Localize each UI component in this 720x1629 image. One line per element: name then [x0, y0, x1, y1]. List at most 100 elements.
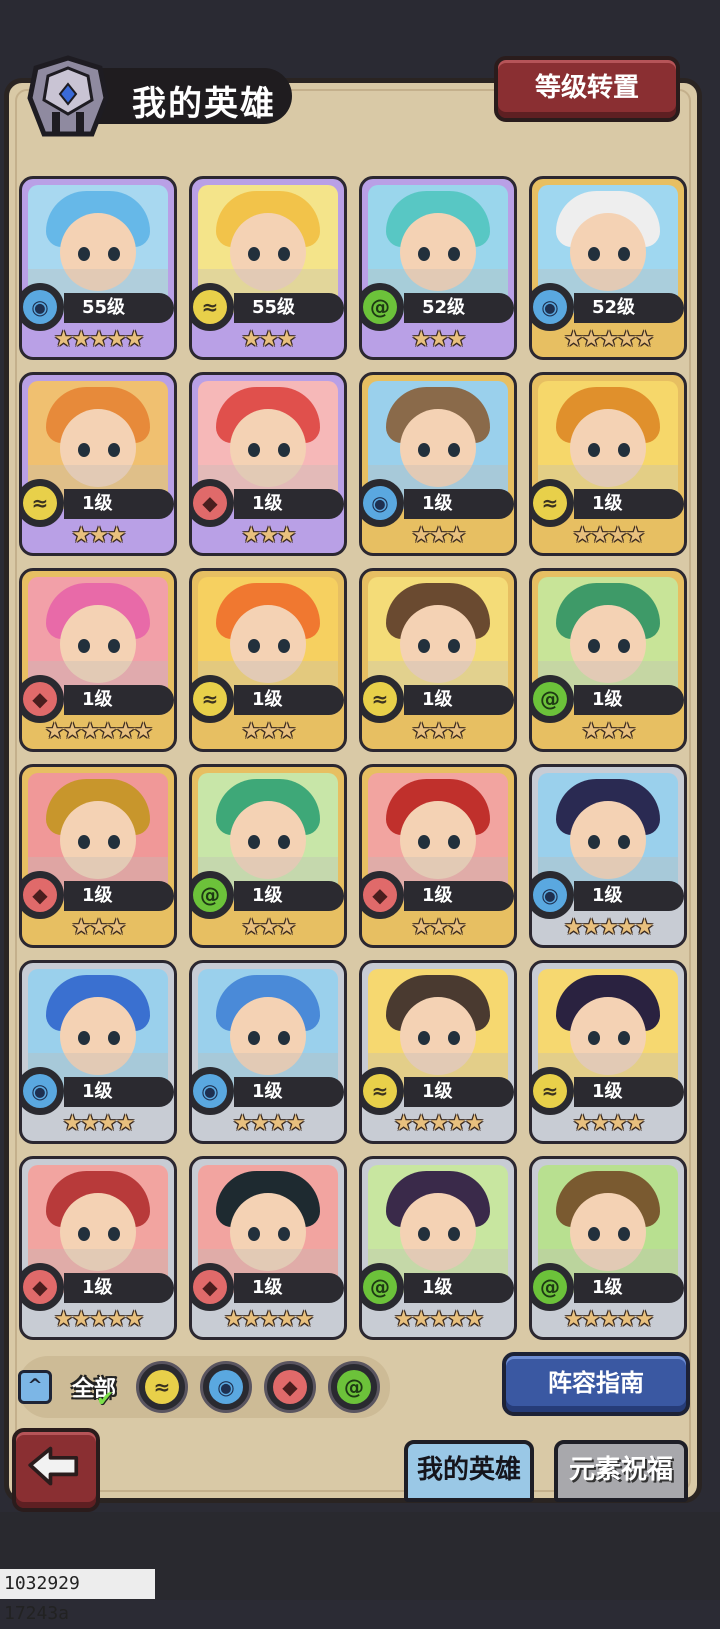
hero-card[interactable]: 1级 ◆ ★★★★★★ [19, 568, 177, 752]
hero-level: 52级 [404, 293, 514, 323]
hero-card[interactable]: 1级 ◉ ★★★★ [189, 960, 347, 1144]
hero-card[interactable]: 1级 ◆ ★★★ [359, 764, 517, 948]
hero-card[interactable]: 1级 ◆ ★★★★★ [189, 1156, 347, 1340]
filter-wind[interactable]: @ [328, 1361, 380, 1413]
hero-element-badge: ◉ [532, 283, 574, 331]
hero-eye [588, 247, 600, 261]
hero-stars: ★★★★ [572, 1111, 646, 1136]
hero-eye [588, 1031, 600, 1045]
water-element-icon: ◉ [363, 486, 397, 520]
filter-fire[interactable]: ◆ [264, 1361, 316, 1413]
hero-eye [448, 247, 460, 261]
hero-level: 1级 [404, 489, 514, 519]
hero-element-badge: ◆ [192, 479, 234, 527]
tab-element-blessing[interactable]: 元素祝福 [554, 1440, 688, 1502]
earth-element-icon: ≈ [533, 486, 567, 520]
hero-card[interactable]: 1级 @ ★★★ [529, 568, 687, 752]
hero-element-badge: ≈ [22, 479, 64, 527]
earth-element-icon: ≈ [193, 682, 227, 716]
hero-element-badge: @ [362, 1263, 404, 1311]
hero-eye [108, 1227, 120, 1241]
hero-card[interactable]: 1级 ◆ ★★★ [189, 372, 347, 556]
hero-card[interactable]: 1级 ◉ ★★★★ [19, 960, 177, 1144]
water-element-icon: ◉ [23, 1074, 57, 1108]
hero-card[interactable]: 1级 ◉ ★★★ [359, 372, 517, 556]
hero-card[interactable]: 1级 ≈ ★★★ [359, 568, 517, 752]
hero-level: 1级 [574, 1273, 684, 1303]
hero-stars: ★★★★★ [53, 327, 145, 352]
hero-level: 55级 [234, 293, 344, 323]
hero-element-badge: ≈ [362, 675, 404, 723]
hero-card[interactable]: 1级 ◆ ★★★ [19, 764, 177, 948]
hero-eye [248, 835, 260, 849]
debug-overlay-text: 1032929 17243a [0, 1569, 155, 1624]
hero-level: 1级 [64, 489, 174, 519]
hero-card[interactable]: 52级 @ ★★★ [359, 176, 517, 360]
chevron-up-icon[interactable]: ^ [18, 1370, 52, 1404]
helmet-icon [27, 55, 109, 137]
hero-eye [448, 639, 460, 653]
hero-eye [248, 247, 260, 261]
back-button[interactable] [12, 1428, 100, 1512]
hero-level: 1级 [234, 881, 344, 911]
fire-element-icon: ◆ [193, 486, 227, 520]
hero-card[interactable]: 1级 ◆ ★★★★★ [19, 1156, 177, 1340]
hero-card[interactable]: 1级 ≈ ★★★★★ [359, 960, 517, 1144]
level-transfer-button[interactable]: 等级转置 [494, 56, 680, 122]
earth-element-icon: ≈ [363, 1074, 397, 1108]
hero-card[interactable]: 1级 ≈ ★★★ [19, 372, 177, 556]
hero-card[interactable]: 55级 ≈ ★★★ [189, 176, 347, 360]
earth-element-icon: ≈ [363, 682, 397, 716]
fire-element-icon: ◆ [23, 682, 57, 716]
hero-stars: ★★★★★ [393, 1111, 485, 1136]
hero-eye [278, 639, 290, 653]
hero-card[interactable]: 1级 @ ★★★★★ [529, 1156, 687, 1340]
water-element-icon: ◉ [23, 290, 57, 324]
hero-card[interactable]: 1级 ≈ ★★★★ [529, 372, 687, 556]
hero-level: 1级 [574, 1077, 684, 1107]
back-arrow-icon [28, 1446, 79, 1486]
hero-eye [108, 443, 120, 457]
hero-eye [618, 1227, 630, 1241]
water-element-icon: ◉ [209, 1370, 243, 1404]
hero-element-badge: ◆ [22, 1263, 64, 1311]
hero-stars: ★★★ [411, 915, 466, 940]
hero-eye [78, 1031, 90, 1045]
hero-stars: ★★★ [241, 327, 296, 352]
filter-all[interactable]: 全部 ✔ [64, 1361, 130, 1413]
hero-card[interactable]: 1级 ≈ ★★★ [189, 568, 347, 752]
wind-element-icon: @ [337, 1370, 371, 1404]
hero-stars: ★★★ [71, 915, 126, 940]
hero-level: 1级 [404, 685, 514, 715]
hero-card[interactable]: 1级 @ ★★★ [189, 764, 347, 948]
hero-element-badge: ≈ [192, 283, 234, 331]
hero-card[interactable]: 1级 ◉ ★★★★★ [529, 764, 687, 948]
hero-level: 1级 [64, 881, 174, 911]
hero-element-badge: ◆ [22, 675, 64, 723]
hero-element-badge: @ [192, 871, 234, 919]
hero-eye [248, 1031, 260, 1045]
earth-element-icon: ≈ [23, 486, 57, 520]
hero-stars: ★★★★★ [53, 1307, 145, 1332]
hero-card[interactable]: 52级 ◉ ★★★★★ [529, 176, 687, 360]
hero-card[interactable]: 55级 ◉ ★★★★★ [19, 176, 177, 360]
tab-my-heroes[interactable]: 我的英雄 [404, 1440, 534, 1502]
hero-eye [78, 247, 90, 261]
hero-stars: ★★★ [71, 523, 126, 548]
lineup-guide-button[interactable]: 阵容指南 [502, 1352, 690, 1416]
hero-card[interactable]: 1级 @ ★★★★★ [359, 1156, 517, 1340]
hero-grid: 55级 ◉ ★★★★★ 55级 ≈ ★★★ 52级 @ ★★★ 52级 ◉ ★★… [19, 176, 699, 1366]
hero-eye [448, 443, 460, 457]
filter-earth[interactable]: ≈ [136, 1361, 188, 1413]
hero-stars: ★★★ [411, 523, 466, 548]
hero-level: 1级 [64, 1077, 174, 1107]
hero-eye [618, 639, 630, 653]
hero-element-badge: @ [532, 675, 574, 723]
hero-card[interactable]: 1级 ≈ ★★★★ [529, 960, 687, 1144]
hero-eye [248, 639, 260, 653]
hero-eye [248, 443, 260, 457]
filter-water[interactable]: ◉ [200, 1361, 252, 1413]
hero-stars: ★★★★★ [563, 915, 655, 940]
hero-eye [618, 835, 630, 849]
hero-stars: ★★★★★ [563, 1307, 655, 1332]
